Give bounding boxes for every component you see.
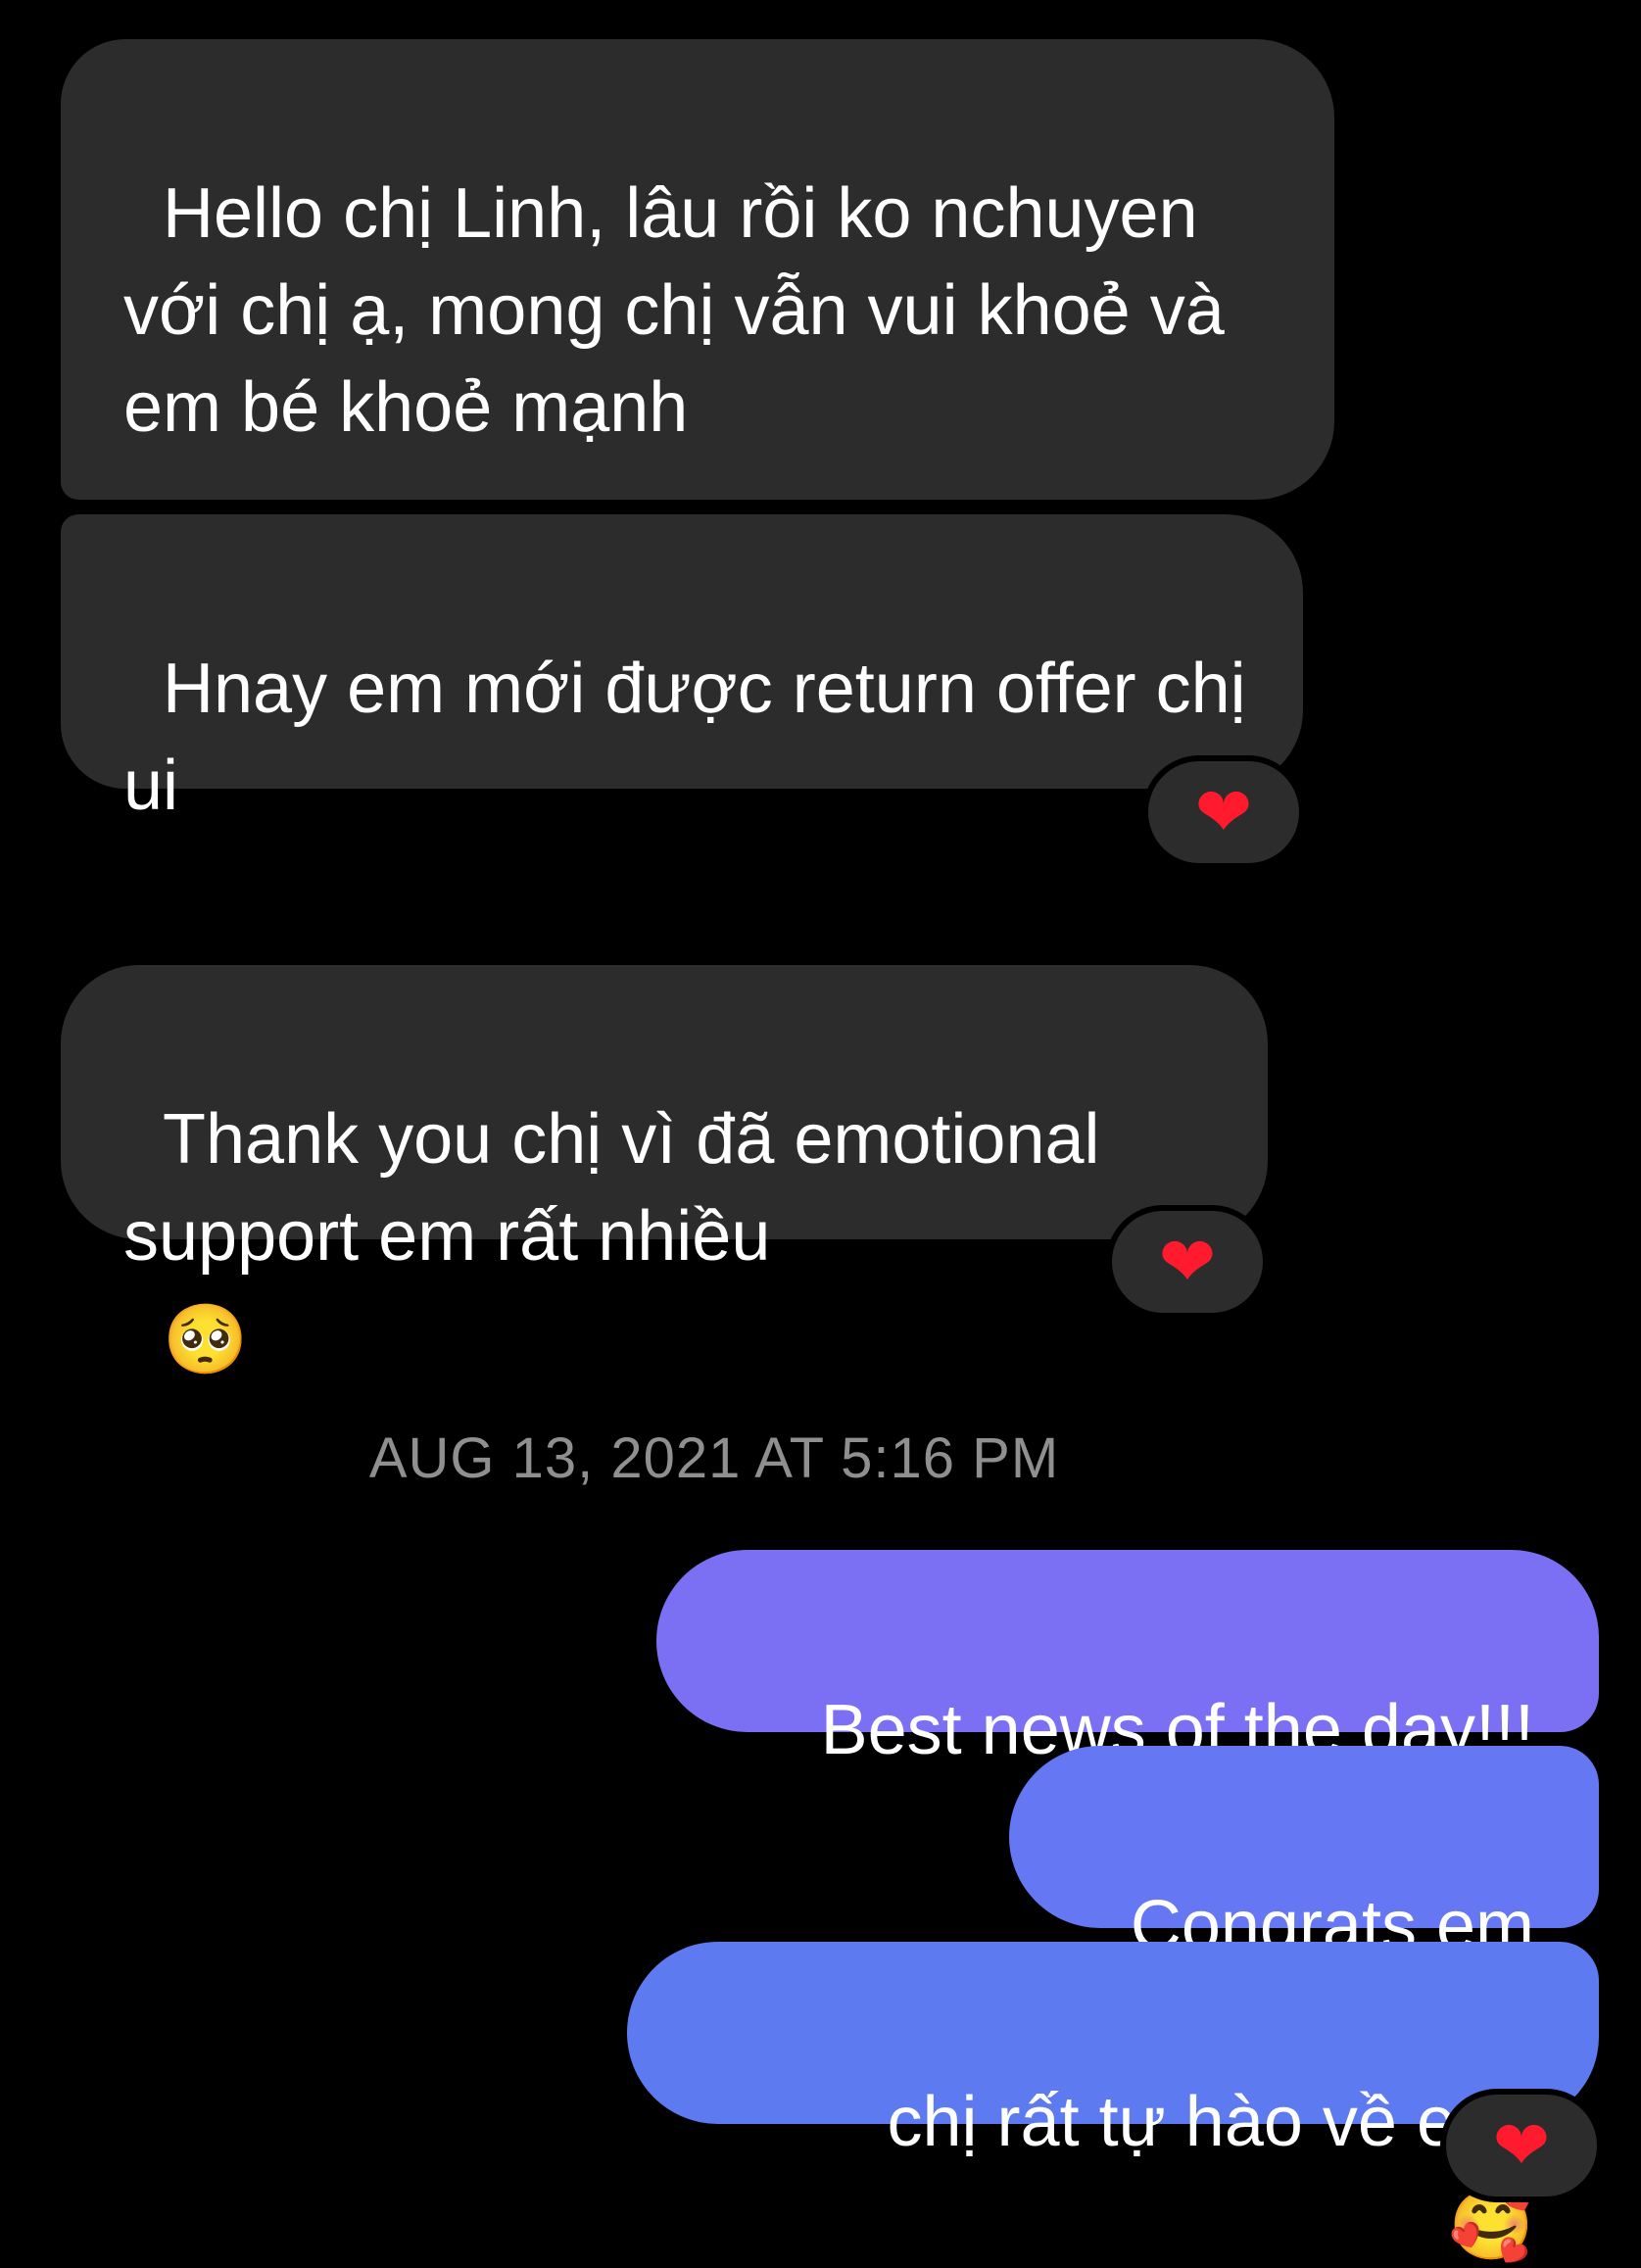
outgoing-message-bubble[interactable]: Best news of the day!!! bbox=[656, 1550, 1599, 1769]
message-reaction[interactable]: ❤ bbox=[1142, 755, 1305, 869]
outgoing-message-bubble[interactable]: chị rất tự hào về em, 🥰 bbox=[627, 1942, 1599, 2259]
message-text: chị rất tự hào về em, bbox=[887, 2083, 1534, 2161]
message-text: Hnay em mới được return offer chị ui bbox=[123, 650, 1266, 825]
heart-icon: ❤ bbox=[1194, 772, 1253, 852]
incoming-message-bubble[interactable]: Hnay em mới được return offer chị ui bbox=[61, 514, 1303, 825]
pleading-face-emoji: 🥺 bbox=[163, 1299, 249, 1379]
message-text: Thank you chị vì đã emotional support em… bbox=[123, 1100, 1120, 1276]
heart-icon: ❤ bbox=[1158, 1222, 1217, 1302]
outgoing-message-bubble[interactable]: Congrats em bbox=[1009, 1746, 1599, 1965]
conversation-timestamp: AUG 13, 2021 AT 5:16 PM bbox=[368, 1426, 1060, 1490]
message-reaction[interactable]: ❤ bbox=[1440, 2089, 1603, 2202]
incoming-message-bubble[interactable]: Thank you chị vì đã emotional support em… bbox=[61, 965, 1268, 1374]
heart-icon: ❤ bbox=[1492, 2105, 1551, 2186]
message-text: Hello chị Linh, lâu rồi ko nchuyen với c… bbox=[123, 174, 1244, 447]
incoming-message-bubble[interactable]: Hello chị Linh, lâu rồi ko nchuyen với c… bbox=[61, 39, 1334, 642]
message-reaction[interactable]: ❤ bbox=[1106, 1205, 1269, 1319]
